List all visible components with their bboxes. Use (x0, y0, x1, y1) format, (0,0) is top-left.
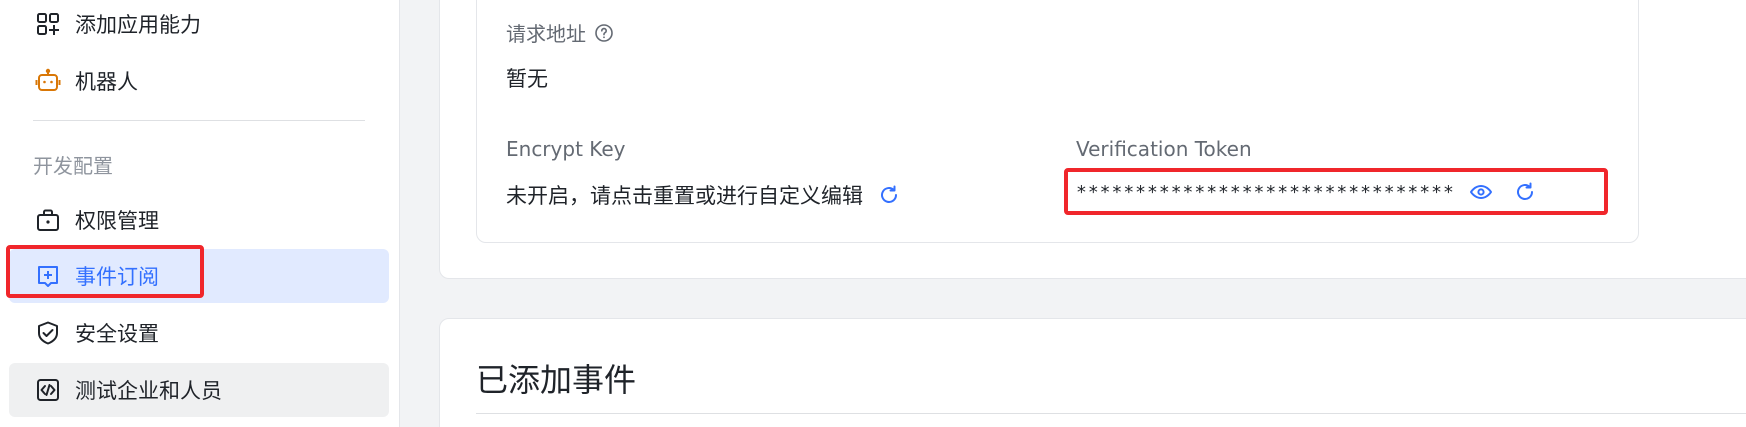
sidebar-item-add-capability[interactable]: 添加应用能力 (9, 0, 389, 51)
sidebar-item-label: 添加应用能力 (75, 13, 201, 37)
sidebar-item-security[interactable]: 安全设置 (9, 306, 389, 360)
sidebar-item-label: 事件订阅 (75, 265, 159, 289)
sidebar-item-label: 权限管理 (75, 209, 159, 233)
sidebar-item-label: 安全设置 (75, 322, 159, 346)
sidebar-item-event-subscription[interactable]: 事件订阅 (9, 249, 389, 303)
sidebar-item-permissions[interactable]: 权限管理 (9, 193, 389, 247)
added-events-heading: 已添加事件 (476, 361, 637, 399)
sidebar-item-test-enterprise[interactable]: 测试企业和人员 (9, 363, 389, 417)
code-box-icon (35, 377, 61, 403)
verification-token-row: ******************************** (1076, 180, 1537, 204)
verification-token-reset-icon[interactable] (1513, 180, 1537, 204)
sidebar-item-label: 机器人 (75, 70, 138, 94)
help-icon[interactable] (594, 23, 614, 43)
briefcase-icon (35, 207, 61, 233)
request-url-value: 暂无 (506, 67, 548, 91)
shield-check-icon (35, 320, 61, 346)
sidebar-section-title: 开发配置 (33, 154, 113, 178)
verification-token-value: ******************************** (1076, 181, 1455, 203)
sidebar-divider (33, 120, 365, 121)
encrypt-key-reset-icon[interactable] (877, 183, 901, 207)
event-subscribe-icon (35, 263, 61, 289)
apps-add-icon (35, 11, 61, 37)
encrypt-key-row: 未开启，请点击重置或进行自定义编辑 (506, 180, 901, 210)
request-url-label: 请求地址 (506, 22, 586, 46)
sidebar: 添加应用能力 机器人 开发配置 权限管理 事件订阅 安全设置 测试企业和人员 (0, 0, 400, 427)
encrypt-key-value: 未开启，请点击重置或进行自定义编辑 (506, 184, 863, 208)
verification-token-label: Verification Token (1076, 137, 1252, 161)
request-url-label-row: 请求地址 (506, 18, 614, 47)
robot-icon (35, 68, 61, 94)
app-root: 添加应用能力 机器人 开发配置 权限管理 事件订阅 安全设置 测试企业和人员 请… (0, 0, 1746, 427)
heading-divider (476, 413, 1746, 414)
sidebar-item-label: 测试企业和人员 (75, 379, 222, 403)
encrypt-key-label: Encrypt Key (506, 137, 626, 161)
sidebar-item-robot[interactable]: 机器人 (9, 54, 389, 108)
eye-icon[interactable] (1469, 180, 1493, 204)
